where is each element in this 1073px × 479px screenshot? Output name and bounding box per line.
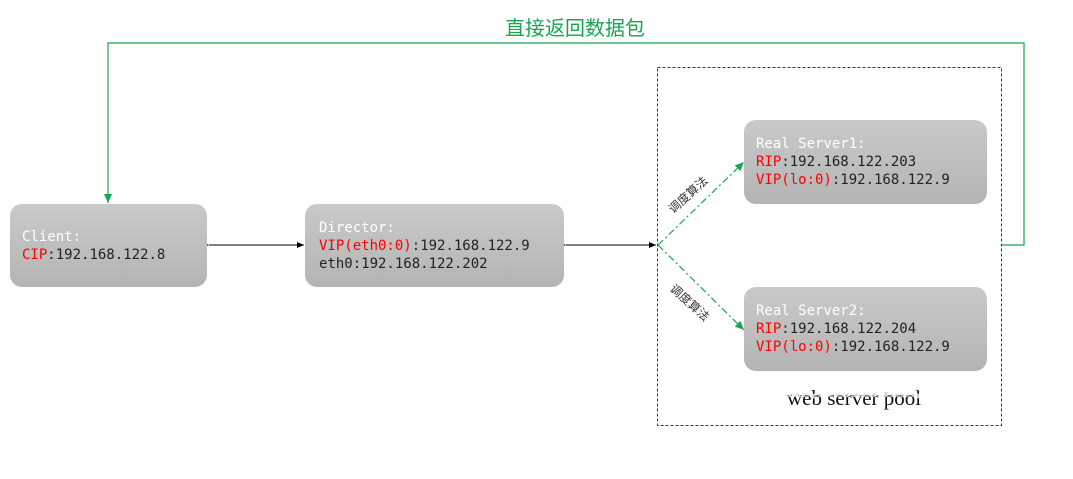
director-vip-value: :192.168.122.9: [411, 237, 530, 254]
pool-label-text: web server pool: [787, 386, 922, 410]
lvs-dr-diagram: 直接返回数据包 Client: CIP:192.168.122.8 Direct…: [0, 0, 1073, 479]
client-cip-key: CIP: [22, 246, 48, 263]
rs2-title: Real Server2:: [756, 303, 866, 319]
rs2-vip-line: VIP(lo:0):192.168.122.9: [756, 338, 975, 356]
director-eth0-line: eth0:192.168.122.202: [319, 255, 488, 272]
client-cip-line: CIP:192.168.122.8: [22, 246, 195, 264]
director-vip-key: VIP(eth0:0): [319, 237, 412, 254]
return-path-label: 直接返回数据包: [505, 16, 645, 40]
rs2-rip-line: RIP:192.168.122.204: [756, 320, 975, 338]
rs2-vip-key: VIP(lo:0): [756, 339, 832, 355]
client-node: Client: CIP:192.168.122.8: [10, 204, 207, 287]
rs1-rip-line: RIP:192.168.122.203: [756, 153, 975, 171]
rs1-vip-line: VIP(lo:0):192.168.122.9: [756, 171, 975, 189]
web-server-pool-label: web server pool web server pool: [787, 386, 921, 411]
rs1-rip-value: :192.168.122.203: [781, 154, 917, 170]
real-server-2-node: Real Server2: RIP:192.168.122.204 VIP(lo…: [744, 287, 987, 371]
director-vip-line: VIP(eth0:0):192.168.122.9: [319, 237, 552, 255]
rs1-rip-key: RIP: [756, 154, 782, 170]
rs1-vip-key: VIP(lo:0): [756, 172, 832, 188]
real-server-1-node: Real Server1: RIP:192.168.122.203 VIP(lo…: [744, 120, 987, 204]
client-title: Client:: [22, 228, 82, 245]
rs1-title: Real Server1:: [756, 136, 866, 152]
client-cip-value: :192.168.122.8: [47, 246, 166, 263]
director-node: Director: VIP(eth0:0):192.168.122.9 eth0…: [305, 204, 564, 287]
rs2-rip-value: :192.168.122.204: [781, 321, 917, 337]
rs2-vip-value: :192.168.122.9: [831, 339, 950, 355]
director-title: Director:: [319, 219, 395, 236]
rs1-vip-value: :192.168.122.9: [831, 172, 950, 188]
rs2-rip-key: RIP: [756, 321, 782, 337]
